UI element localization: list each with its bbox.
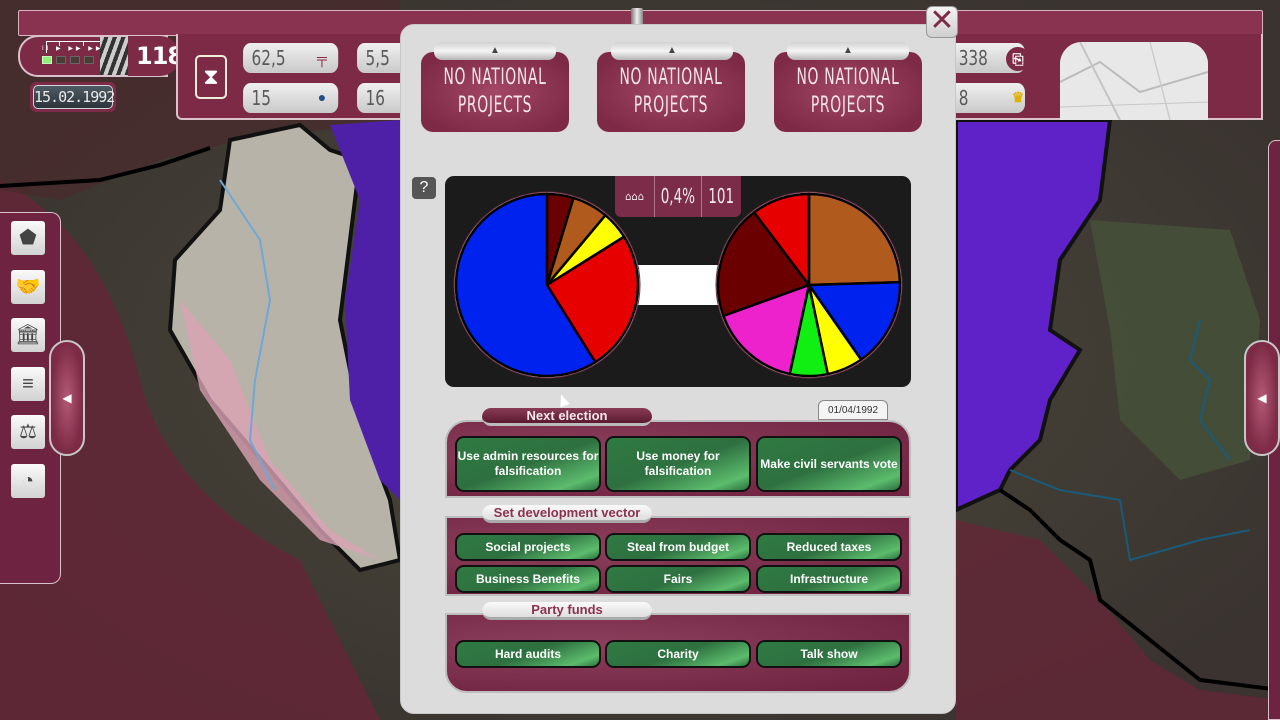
pause-label: II	[42, 46, 52, 52]
social-projects-button[interactable]: Social projects	[455, 533, 601, 561]
handshake-icon[interactable]: 🤝	[11, 270, 45, 304]
right-sidebar-toggle[interactable]: ◀	[1244, 340, 1280, 456]
np-expand-tab-3[interactable]: ▲	[787, 42, 909, 60]
talk-show-button[interactable]: Talk show	[756, 640, 902, 668]
speed-3-button[interactable]	[84, 56, 94, 64]
next-election-label: Next election	[482, 408, 652, 426]
reduced-taxes-button[interactable]: Reduced taxes	[756, 533, 902, 561]
speed-2-label: ▶▶	[68, 46, 84, 52]
np-expand-tab-1[interactable]: ▲	[434, 42, 556, 60]
np-line2: PROJECTS	[457, 93, 533, 118]
stat-value: 338	[958, 46, 988, 70]
turn-counter: 118	[128, 36, 184, 76]
infrastructure-button[interactable]: Infrastructure	[756, 565, 902, 593]
fairs-button[interactable]: Fairs	[605, 565, 751, 593]
party-shield-icon[interactable]: ⬟	[11, 221, 45, 255]
help-icon[interactable]: ?	[412, 177, 436, 199]
national-project-slot-1[interactable]: NO NATIONAL PROJECTS	[421, 52, 569, 132]
np-expand-tab-2[interactable]: ▲	[611, 42, 733, 60]
poll-percent-value: 0,4%	[660, 184, 696, 208]
justice-scales-icon[interactable]: ⚖	[11, 415, 45, 449]
left-sidebar-toggle[interactable]: ◀	[49, 340, 85, 456]
pie-chart-icon[interactable]: ◔	[11, 464, 45, 498]
gavel-icon: ╤	[317, 50, 327, 66]
admin-resources-falsification-button[interactable]: Use admin resources for falsification	[455, 436, 601, 492]
np-line2: PROJECTS	[633, 93, 709, 118]
np-line1: NO NATIONAL	[619, 65, 723, 90]
party-funds-label: Party funds	[482, 602, 652, 620]
pie-connector	[637, 265, 719, 305]
stat-value: 62,5	[251, 46, 286, 70]
poll-strip: ⌂⌂⌂ 0,4% 101	[615, 176, 741, 217]
development-vector-label: Set development vector	[482, 505, 652, 523]
stat-value: 8	[958, 86, 969, 110]
np-line1: NO NATIONAL	[796, 65, 900, 90]
stat-value: 5,5	[365, 46, 390, 70]
poll-count-value: 101	[708, 184, 735, 208]
poll-houses-icon: ⌂⌂⌂	[615, 176, 656, 217]
np-line2: PROJECTS	[810, 93, 886, 118]
current-date: 15.02.1992	[33, 85, 115, 109]
poll-percent: 0,4%	[655, 176, 702, 217]
speed-2-button[interactable]	[70, 56, 80, 64]
hard-audits-button[interactable]: Hard audits	[455, 640, 601, 668]
charity-button[interactable]: Charity	[605, 640, 751, 668]
hourglass-icon[interactable]: ⧗	[195, 55, 227, 99]
date-display: 15.02.1992	[30, 82, 116, 112]
stat-value: 16	[365, 86, 385, 110]
business-benefits-button[interactable]: Business Benefits	[455, 565, 601, 593]
ballot-icon: ⎘	[1006, 47, 1030, 71]
civil-servants-vote-button[interactable]: Make civil servants vote	[756, 436, 902, 492]
menu-icon[interactable]: ≡	[11, 367, 45, 401]
leader-icon: ♛	[1011, 89, 1025, 105]
minimap[interactable]	[1060, 42, 1208, 120]
money-falsification-button[interactable]: Use money for falsification	[605, 436, 751, 492]
person-icon: ●	[317, 89, 327, 105]
speed-1-label: ▶	[56, 46, 64, 52]
np-line1: NO NATIONAL	[443, 65, 547, 90]
speed-1-button[interactable]	[56, 56, 66, 64]
stat-value: 15	[251, 86, 271, 110]
national-project-slot-3[interactable]: NO NATIONAL PROJECTS	[774, 52, 922, 132]
minimap-image	[1060, 42, 1208, 120]
election-date: 01/04/1992	[818, 400, 888, 420]
speed-pause-button[interactable]	[42, 56, 52, 64]
steal-from-budget-button[interactable]: Steal from budget	[605, 533, 751, 561]
government-building-icon[interactable]: 🏛	[11, 318, 45, 352]
national-project-slot-2[interactable]: NO NATIONAL PROJECTS	[597, 52, 745, 132]
close-icon[interactable]: ✕	[926, 6, 958, 38]
poll-count: 101	[702, 176, 741, 217]
